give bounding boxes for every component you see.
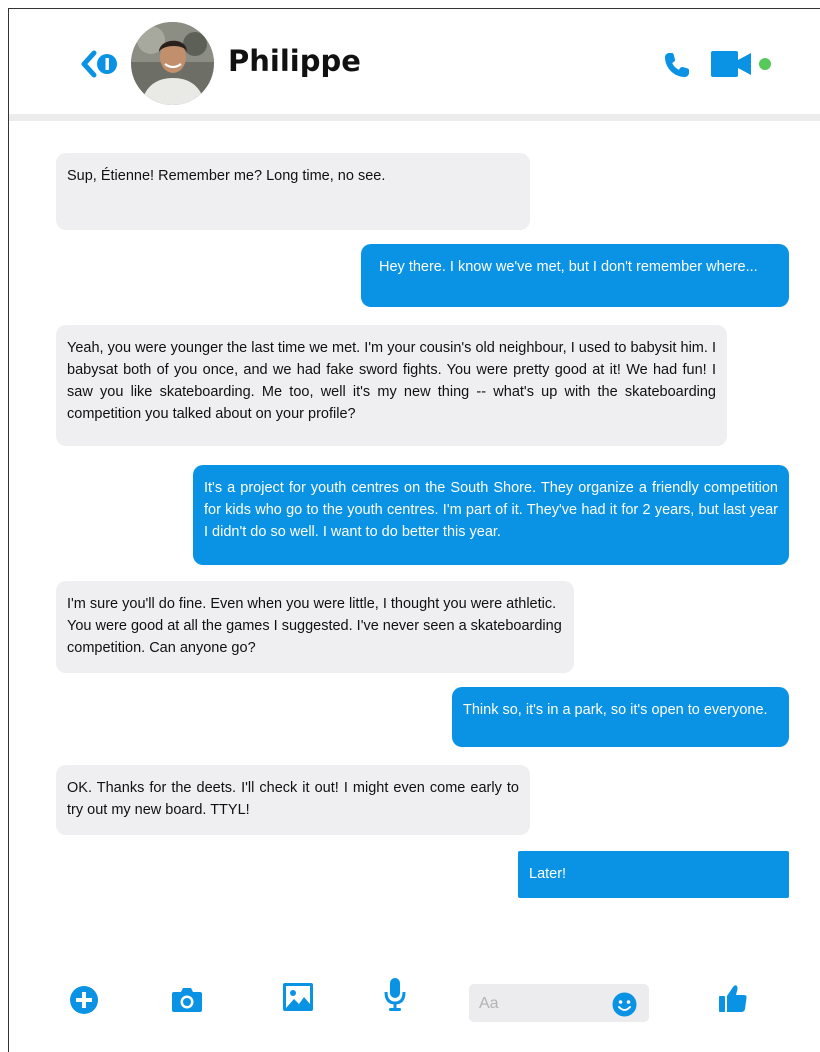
message-compose-field[interactable]: [469, 984, 649, 1022]
message-incoming: Sup, Étienne! Remember me? Long time, no…: [56, 153, 530, 230]
message-incoming: OK. Thanks for the deets. I'll check it …: [56, 765, 530, 835]
thumbs-up-icon[interactable]: [718, 983, 748, 1013]
camera-icon[interactable]: [171, 985, 203, 1013]
avatar[interactable]: [131, 22, 214, 105]
message-incoming: I'm sure you'll do fine. Even when you w…: [56, 581, 574, 673]
video-camera-icon[interactable]: [711, 51, 751, 77]
phone-icon[interactable]: [662, 50, 692, 80]
header-divider: [9, 114, 820, 121]
microphone-icon[interactable]: [384, 977, 406, 1013]
message-input[interactable]: [477, 993, 601, 1015]
message-incoming: Yeah, you were younger the last time we …: [56, 325, 727, 446]
back-chevron-icon[interactable]: [80, 50, 120, 78]
message-outgoing: Think so, it's in a park, so it's open t…: [452, 687, 789, 747]
emoji-icon[interactable]: [612, 992, 637, 1017]
message-outgoing: Hey there. I know we've met, but I don't…: [361, 244, 789, 307]
contact-name: Philippe: [228, 44, 361, 78]
message-outgoing: It's a project for youth centres on the …: [193, 465, 789, 565]
image-icon[interactable]: [282, 982, 314, 1012]
online-status-dot: [759, 58, 771, 70]
message-outgoing: Later!: [518, 851, 789, 898]
plus-icon[interactable]: [69, 985, 99, 1015]
